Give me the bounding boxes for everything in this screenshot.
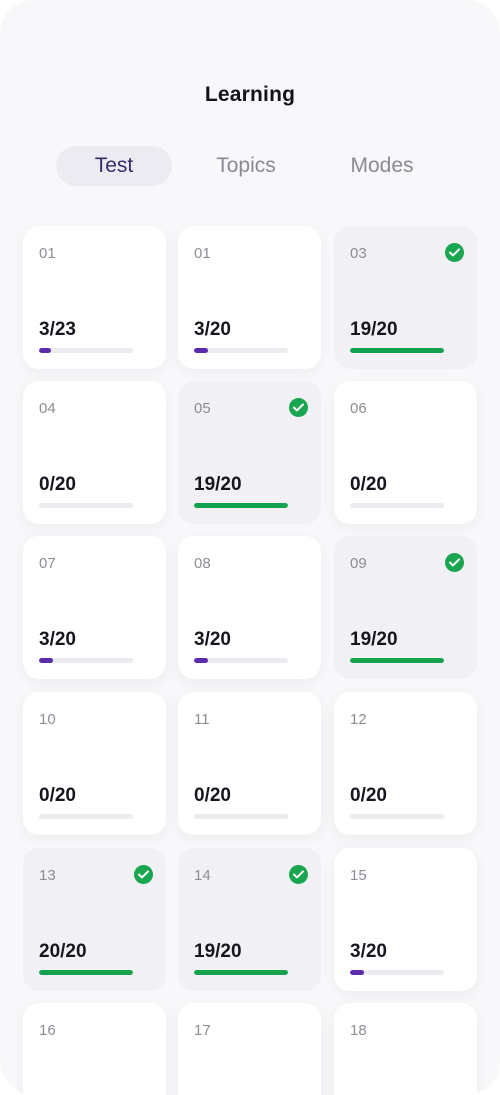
test-card[interactable]: 03 19/20: [334, 226, 477, 369]
test-score: 0/20: [194, 785, 231, 806]
test-number: 17: [194, 1022, 211, 1039]
progress-bar: [350, 503, 444, 508]
tab-modes[interactable]: Modes: [318, 146, 446, 186]
test-number: 13: [39, 867, 56, 884]
test-score: 19/20: [194, 474, 242, 495]
tab-test[interactable]: Test: [56, 146, 172, 186]
tab-bar: Test Topics Modes: [56, 146, 444, 186]
test-score: 3/20: [194, 629, 231, 650]
test-card[interactable]: 16: [23, 1003, 166, 1095]
check-circle-icon: [289, 865, 308, 884]
test-card[interactable]: 08 3/20: [178, 536, 321, 679]
learning-screen: Learning Test Topics Modes 01 3/23 01 3/20 0…: [0, 0, 500, 1095]
test-score: 19/20: [350, 319, 398, 340]
progress-fill: [39, 658, 54, 663]
test-card[interactable]: 01 3/20: [178, 226, 321, 369]
check-circle-icon: [445, 553, 464, 572]
test-score: 0/20: [39, 785, 76, 806]
progress-bar: [39, 970, 133, 975]
progress-bar: [194, 348, 288, 353]
page-title: Learning: [204, 83, 296, 106]
progress-fill: [194, 970, 288, 975]
test-number: 14: [194, 867, 211, 884]
check-circle-icon: [289, 398, 308, 417]
progress-fill: [194, 503, 288, 508]
progress-fill: [350, 348, 444, 353]
progress-bar: [39, 814, 133, 819]
test-card[interactable]: 18: [334, 1003, 477, 1095]
progress-fill: [194, 348, 209, 353]
test-score: 0/20: [39, 474, 76, 495]
test-card[interactable]: 01 3/23: [23, 226, 166, 369]
test-number: 07: [39, 555, 56, 572]
test-card[interactable]: 13 20/20: [23, 848, 166, 991]
progress-bar: [350, 970, 444, 975]
test-number: 01: [194, 245, 211, 262]
test-score: 19/20: [350, 629, 398, 650]
test-score: 0/20: [350, 785, 387, 806]
test-number: 08: [194, 555, 211, 572]
test-card[interactable]: 09 19/20: [334, 536, 477, 679]
test-card[interactable]: 04 0/20: [23, 381, 166, 524]
progress-bar: [39, 658, 133, 663]
progress-fill: [350, 970, 365, 975]
test-number: 04: [39, 400, 56, 417]
test-score: 0/20: [350, 474, 387, 495]
test-score: 19/20: [194, 941, 242, 962]
test-number: 09: [350, 555, 367, 572]
test-number: 10: [39, 711, 56, 728]
progress-fill: [39, 348, 52, 353]
test-card[interactable]: 17: [178, 1003, 321, 1095]
progress-bar: [350, 658, 444, 663]
test-number: 06: [350, 400, 367, 417]
test-number: 05: [194, 400, 211, 417]
test-number: 18: [350, 1022, 367, 1039]
test-number: 03: [350, 245, 367, 262]
test-card[interactable]: 06 0/20: [334, 381, 477, 524]
progress-bar: [39, 503, 133, 508]
test-score: 3/20: [350, 941, 387, 962]
progress-fill: [350, 658, 444, 663]
test-card[interactable]: 12 0/20: [334, 692, 477, 835]
test-score: 20/20: [39, 941, 87, 962]
test-number: 11: [194, 711, 210, 728]
test-score: 3/20: [39, 629, 76, 650]
test-number: 01: [39, 245, 56, 262]
progress-bar: [194, 503, 288, 508]
test-score: 3/20: [194, 319, 231, 340]
progress-fill: [194, 658, 209, 663]
test-card[interactable]: 10 0/20: [23, 692, 166, 835]
test-card[interactable]: 11 0/20: [178, 692, 321, 835]
test-score: 3/23: [39, 319, 76, 340]
test-card[interactable]: 14 19/20: [178, 848, 321, 991]
check-circle-icon: [445, 243, 464, 262]
check-circle-icon: [134, 865, 153, 884]
test-card[interactable]: 05 19/20: [178, 381, 321, 524]
test-card[interactable]: 07 3/20: [23, 536, 166, 679]
test-number: 15: [350, 867, 367, 884]
progress-fill: [39, 970, 133, 975]
progress-bar: [194, 814, 288, 819]
progress-bar: [194, 970, 288, 975]
progress-bar: [350, 348, 444, 353]
progress-bar: [350, 814, 444, 819]
progress-bar: [194, 658, 288, 663]
test-card[interactable]: 15 3/20: [334, 848, 477, 991]
progress-bar: [39, 348, 133, 353]
test-number: 16: [39, 1022, 56, 1039]
tab-topics[interactable]: Topics: [190, 146, 302, 186]
test-number: 12: [350, 711, 367, 728]
